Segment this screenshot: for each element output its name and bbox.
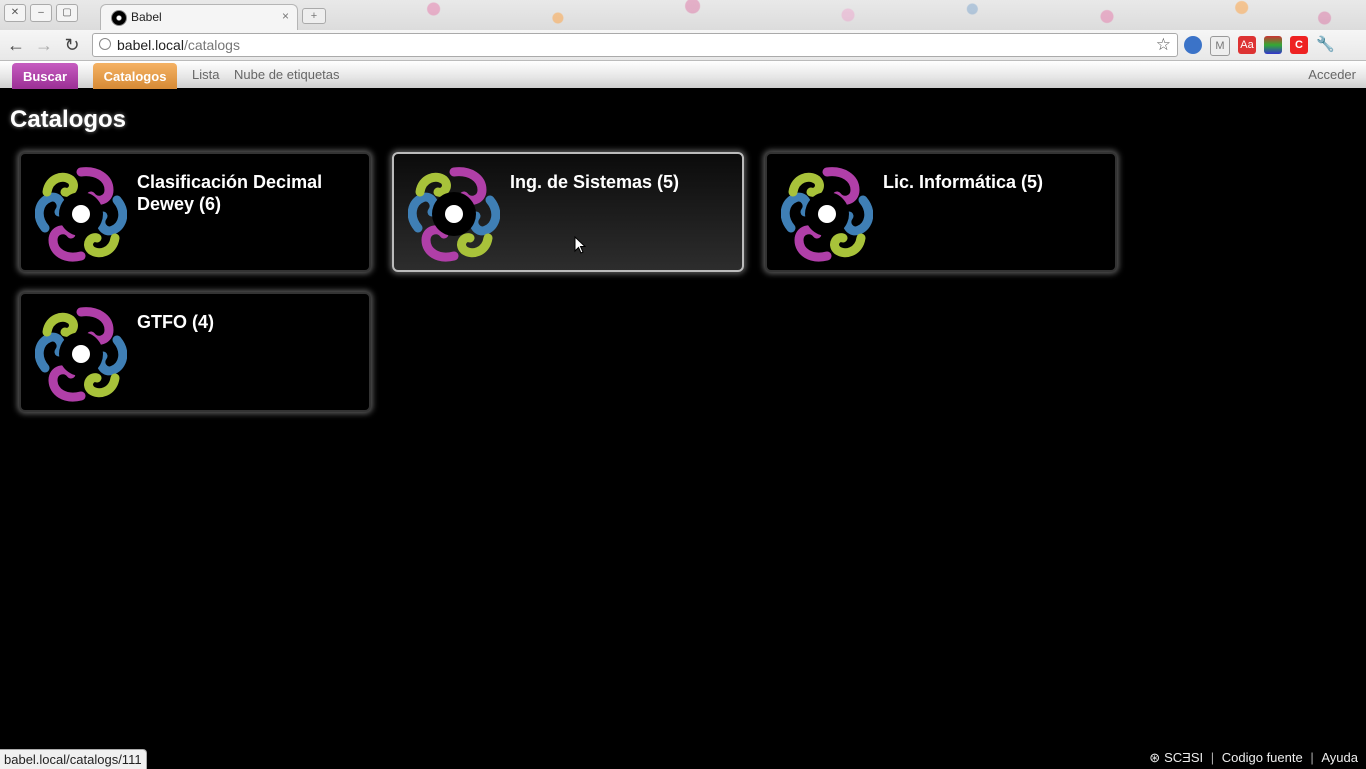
babel-favicon-icon xyxy=(111,10,127,26)
sceesi-icon: ⊛ xyxy=(1149,750,1161,765)
browser-toolbar: ← → ↻ babel.local/catalogs ☆ M Aa C 🔧 xyxy=(0,30,1366,61)
catalog-logo-icon xyxy=(35,166,127,262)
wrench-icon[interactable]: 🔧 xyxy=(1316,36,1335,54)
footer: ⊛ SCƎSI | Codigo fuente | Ayuda xyxy=(1147,750,1360,766)
lista-link[interactable]: Lista xyxy=(192,67,219,82)
footer-brand-link[interactable]: SCƎSI xyxy=(1164,750,1203,765)
new-tab-button[interactable]: + xyxy=(302,8,326,24)
window-minimize-icon[interactable]: – xyxy=(30,4,52,22)
reload-icon[interactable]: ↻ xyxy=(62,35,82,55)
extension-icons: M Aa C 🔧 xyxy=(1184,36,1335,56)
catalog-card[interactable]: GTFO (4) xyxy=(19,292,371,412)
catalog-card[interactable]: Ing. de Sistemas (5) xyxy=(392,152,744,272)
status-bar-url: babel.local/catalogs/111 xyxy=(0,749,147,769)
mouse-cursor-icon xyxy=(574,236,586,254)
catalog-name: Ing. de Sistemas (5) xyxy=(510,172,680,192)
page-info-icon[interactable] xyxy=(99,38,111,50)
address-bar[interactable]: babel.local/catalogs ☆ xyxy=(92,33,1178,57)
footer-separator: | xyxy=(1210,750,1215,765)
window-close-icon[interactable]: ✕ xyxy=(4,4,26,22)
gmail-extension-icon[interactable]: M xyxy=(1210,36,1230,56)
catalog-logo-icon xyxy=(35,306,127,402)
back-icon[interactable]: ← xyxy=(6,35,26,55)
stack-extension-icon[interactable] xyxy=(1264,36,1282,54)
codigo-fuente-link[interactable]: Codigo fuente xyxy=(1222,750,1303,765)
catalog-name: Clasificación Decimal Dewey (6) xyxy=(137,172,323,214)
catalog-card[interactable]: Clasificación Decimal Dewey (6) xyxy=(19,152,371,272)
tab-close-icon[interactable]: × xyxy=(282,9,289,23)
catalog-logo-icon xyxy=(781,166,873,262)
nube-etiquetas-link[interactable]: Nube de etiquetas xyxy=(234,67,340,82)
footer-separator: | xyxy=(1310,750,1314,765)
catalog-name: Lic. Informática (5) xyxy=(883,172,1044,192)
globe-extension-icon[interactable] xyxy=(1184,36,1202,54)
url-host: babel.local xyxy=(117,37,184,53)
c-extension-icon[interactable]: C xyxy=(1290,36,1308,54)
dictionary-extension-icon[interactable]: Aa xyxy=(1238,36,1256,54)
window-maximize-icon[interactable]: ▢ xyxy=(56,4,78,22)
catalogos-button[interactable]: Catalogos xyxy=(93,63,177,89)
bookmark-star-icon[interactable]: ☆ xyxy=(1156,35,1171,55)
page-title: Catalogos xyxy=(10,106,127,133)
buscar-button[interactable]: Buscar xyxy=(12,63,78,89)
browser-tab[interactable]: Babel × xyxy=(100,4,298,30)
url-path: /catalogs xyxy=(183,37,240,53)
tab-strip: ✕ – ▢ Babel × + xyxy=(0,0,1366,30)
app-navbar: Buscar Catalogos Lista Nube de etiquetas… xyxy=(0,61,1366,89)
window-controls: ✕ – ▢ xyxy=(4,4,78,22)
tab-title: Babel xyxy=(131,10,162,24)
ayuda-link[interactable]: Ayuda xyxy=(1321,750,1358,765)
catalog-name: GTFO (4) xyxy=(137,312,214,332)
catalog-card[interactable]: Lic. Informática (5) xyxy=(765,152,1117,272)
theme-background xyxy=(330,0,1366,30)
url-text: babel.local/catalogs xyxy=(117,37,240,53)
catalog-logo-icon xyxy=(408,166,500,262)
acceder-link[interactable]: Acceder xyxy=(1308,67,1356,82)
forward-icon[interactable]: → xyxy=(34,35,54,55)
